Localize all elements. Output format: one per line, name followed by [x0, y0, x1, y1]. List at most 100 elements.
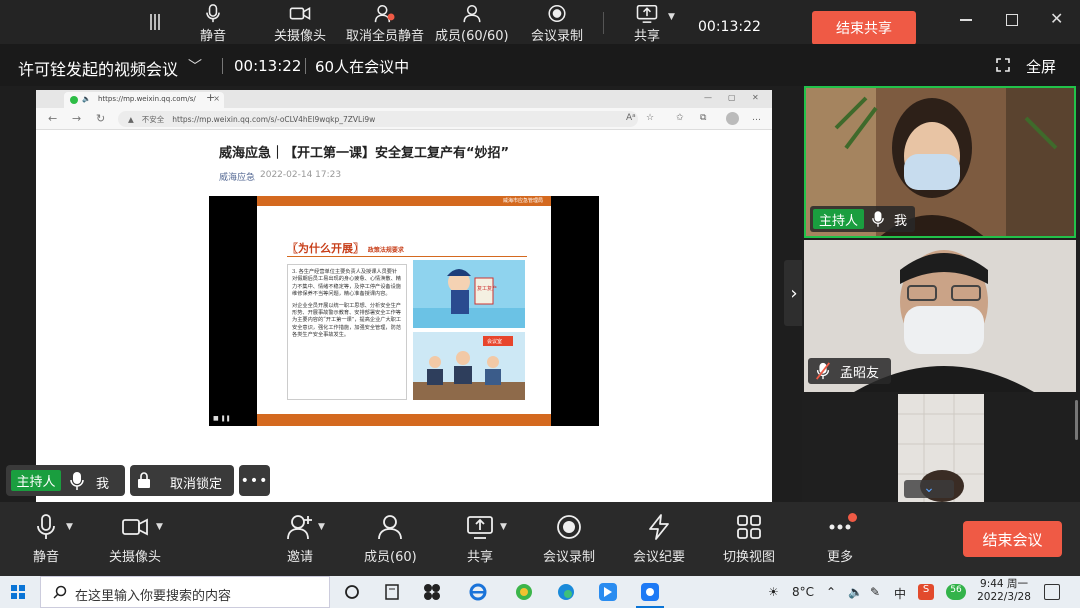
- mic-icon: [70, 472, 84, 490]
- share-options-caret-icon[interactable]: ▼: [668, 12, 675, 22]
- url-input[interactable]: ▲ 不安全 https://mp.weixin.qq.com/s/-oCLV4hEl…: [118, 111, 638, 127]
- ie-browser-icon[interactable]: [468, 582, 488, 602]
- members-label: 成员(60): [364, 550, 417, 565]
- close-icon[interactable]: ✕: [1050, 9, 1068, 28]
- notification-center-icon[interactable]: [1044, 584, 1060, 600]
- share-mute-button[interactable]: 静音: [200, 4, 226, 44]
- app-shortcut-icon[interactable]: [422, 582, 442, 602]
- participant-label-meng: 孟昭友: [808, 358, 892, 384]
- browser-360-icon[interactable]: [514, 582, 534, 602]
- members-button[interactable]: 成员(60): [364, 514, 417, 565]
- participant-tile-meng[interactable]: 孟昭友: [804, 240, 1076, 392]
- refresh-icon[interactable]: ↻: [96, 112, 105, 125]
- unlock-button[interactable]: 取消锁定: [130, 465, 234, 496]
- participant-tile-3[interactable]: ⌄: [804, 394, 1076, 502]
- chevron-right-icon[interactable]: ›: [784, 260, 804, 326]
- tencent-meeting-icon[interactable]: [640, 582, 660, 602]
- end-meeting-button[interactable]: 结束会议: [963, 521, 1062, 557]
- clock-date: 2022/3/28: [977, 591, 1031, 603]
- more-options-button[interactable]: •••: [239, 465, 270, 496]
- new-tab-icon[interactable]: +: [206, 91, 215, 104]
- ime-label[interactable]: 中: [894, 585, 906, 602]
- lock-icon: [138, 472, 150, 488]
- share-record-button[interactable]: 会议录制: [531, 4, 583, 44]
- browser-menu-icon[interactable]: …: [752, 113, 761, 123]
- share-members-button[interactable]: 成员(60/60): [435, 4, 509, 44]
- browser-close-icon[interactable]: ✕: [752, 93, 759, 102]
- edge-browser-icon[interactable]: [556, 582, 576, 602]
- video-pause-icon[interactable]: ■ ❚❚: [213, 415, 231, 422]
- taskbar-search-input[interactable]: 在这里输入你要搜索的内容: [40, 576, 330, 608]
- toolbar-drag-handle[interactable]: [150, 14, 160, 30]
- minimize-icon[interactable]: [958, 10, 976, 28]
- meeting-info-bar: 许可铨发起的视频会议 ﹀ 00:13:22 60人在会议中 全屏: [0, 44, 1080, 86]
- slide-paragraph: 对企业全员开展以统一职工思想、分析安全生产形势、开展事故警示教育、安排部署安全工…: [292, 302, 402, 339]
- invite-button[interactable]: 邀请: [286, 514, 314, 565]
- app-tray-icon[interactable]: S: [918, 584, 934, 600]
- read-aloud-icon[interactable]: Aᵃ: [626, 113, 636, 123]
- article-author[interactable]: 威海应急: [219, 170, 255, 183]
- maximize-icon[interactable]: [1006, 14, 1018, 26]
- share-members-label: 成员(60/60): [435, 29, 509, 44]
- share-screen-icon: [636, 4, 658, 23]
- weather-icon[interactable]: ☀: [768, 585, 779, 599]
- task-view-icon[interactable]: [382, 582, 402, 602]
- share-camera-button[interactable]: 关摄像头: [274, 4, 326, 44]
- end-share-button[interactable]: 结束共享: [812, 11, 916, 45]
- profile-avatar[interactable]: [726, 112, 739, 125]
- unmute-all-button[interactable]: 取消全员静音: [346, 4, 424, 44]
- chevron-down-icon[interactable]: ⌄: [904, 480, 954, 498]
- share-options-caret-icon[interactable]: ▼: [500, 522, 507, 532]
- invite-options-caret-icon[interactable]: ▼: [318, 522, 325, 532]
- share-toolbar: 静音 关摄像头 取消全员静音 成员(60/60) 会议录制 共享 ▼ 00:13…: [0, 0, 1080, 45]
- article-video[interactable]: 威海市应急管理局 〖为什么开展〗 政策法规要求 3. 各生产经营单位主要负责人及…: [209, 196, 599, 426]
- browser-minimize-icon[interactable]: —: [704, 93, 712, 102]
- browser-tab-title: https://mp.weixin.qq.com/s/: [98, 95, 196, 103]
- camera-options-caret-icon[interactable]: ▼: [156, 522, 163, 532]
- switch-view-button[interactable]: 切换视图: [723, 514, 775, 565]
- temperature[interactable]: 8°C: [792, 585, 814, 599]
- participant-tile-me[interactable]: 主持人 我: [804, 86, 1076, 238]
- browser-tab-bar: 🔈 https://mp.weixin.qq.com/s/ × + — ▢ ✕: [36, 90, 772, 108]
- minutes-icon: [649, 514, 669, 540]
- share-timer: 00:13:22: [698, 19, 761, 35]
- fullscreen-button[interactable]: 全屏: [1026, 56, 1056, 77]
- cortana-icon[interactable]: [342, 582, 362, 602]
- system-clock[interactable]: 9:44 周一 2022/3/28: [974, 578, 1034, 604]
- collections-icon[interactable]: ⧉: [700, 113, 706, 123]
- url-text: https://mp.weixin.qq.com/s/-oCLV4hEl9wqk…: [172, 115, 376, 124]
- browser-tab[interactable]: 🔈 https://mp.weixin.qq.com/s/ ×: [64, 92, 224, 108]
- feishu-app-icon[interactable]: [598, 582, 618, 602]
- share-button[interactable]: 共享: [466, 514, 494, 565]
- fullscreen-icon[interactable]: [996, 58, 1010, 72]
- record-icon: [557, 515, 581, 539]
- windows-start-icon[interactable]: [11, 585, 25, 599]
- unmute-all-icon: [374, 4, 395, 23]
- mic-options-caret-icon[interactable]: ▼: [66, 522, 73, 532]
- browser-maximize-icon[interactable]: ▢: [728, 93, 736, 102]
- back-icon[interactable]: ←: [48, 112, 57, 125]
- meeting-duration: 00:13:22: [234, 57, 302, 75]
- mic-icon: [37, 514, 55, 539]
- mute-button[interactable]: 静音: [32, 514, 60, 565]
- forward-icon[interactable]: →: [72, 112, 81, 125]
- slide-footer-bar: [257, 414, 551, 426]
- insecure-label: 不安全: [141, 115, 165, 124]
- minutes-button[interactable]: 会议纪要: [633, 514, 685, 565]
- participant-scrollbar[interactable]: [1075, 400, 1078, 440]
- share-screen-button[interactable]: 共享: [634, 4, 660, 44]
- record-button[interactable]: 会议录制: [543, 514, 595, 565]
- favorite-icon[interactable]: ☆: [646, 113, 654, 123]
- volume-icon[interactable]: 🔈: [848, 585, 863, 599]
- tray-badge[interactable]: 56: [946, 584, 966, 600]
- favorites-list-icon[interactable]: ✩: [676, 113, 684, 123]
- meeting-title[interactable]: 许可铨发起的视频会议: [18, 56, 178, 80]
- tray-expand-icon[interactable]: ⌃: [826, 585, 836, 599]
- camera-button[interactable]: 关摄像头: [109, 514, 161, 565]
- share-camera-label: 关摄像头: [274, 29, 327, 44]
- unlock-label: 取消锁定: [170, 477, 223, 492]
- pen-icon[interactable]: ✎: [870, 585, 880, 599]
- grid-view-icon: [737, 515, 761, 539]
- windows-taskbar: 在这里输入你要搜索的内容 ☀ 8°C ⌃ 🔈 ✎ 中 S 56 9:44 周一 …: [0, 576, 1080, 608]
- chevron-down-icon[interactable]: ﹀: [188, 56, 202, 76]
